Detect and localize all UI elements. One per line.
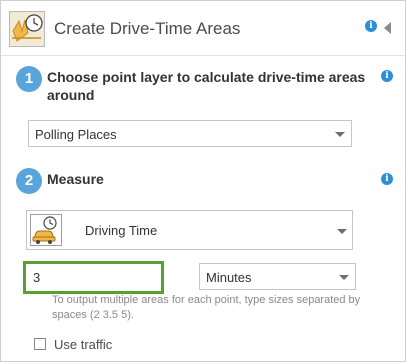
time-units-select[interactable]: Minutes	[199, 263, 356, 290]
step-1-title: Choose point layer to calculate drive-ti…	[47, 69, 366, 103]
use-traffic-label[interactable]: Use traffic	[54, 337, 112, 352]
time-units-value: Minutes	[206, 270, 252, 285]
help-info-icon[interactable]: i	[365, 20, 377, 32]
step-2-title: Measure	[47, 171, 104, 187]
drive-time-areas-tool-icon	[9, 11, 45, 47]
chevron-down-icon	[337, 229, 347, 234]
car-clock-icon	[30, 214, 62, 246]
chevron-down-icon	[339, 275, 349, 280]
point-layer-select[interactable]: Polling Places	[28, 120, 352, 147]
panel-header: Create Drive-Time Areas i	[1, 1, 405, 56]
chevron-down-icon	[335, 132, 345, 137]
panel-title: Create Drive-Time Areas	[54, 19, 241, 38]
step-2-badge: 2	[16, 168, 42, 194]
step-1-badge: 1	[16, 66, 42, 92]
collapse-arrow-icon[interactable]	[384, 22, 391, 34]
size-hint-text: To output multiple areas for each point,…	[52, 294, 361, 321]
step-2-info-icon[interactable]: i	[381, 173, 393, 185]
measure-type-select[interactable]: Driving Time	[26, 210, 353, 250]
drive-time-size-input[interactable]	[23, 261, 164, 294]
step-1-info-icon[interactable]: i	[381, 70, 393, 82]
measure-type-value: Driving Time	[85, 223, 158, 238]
use-traffic-checkbox[interactable]	[34, 338, 46, 350]
point-layer-value: Polling Places	[35, 127, 117, 142]
drive-time-panel: Create Drive-Time Areas i 1 Choose point…	[0, 0, 406, 362]
